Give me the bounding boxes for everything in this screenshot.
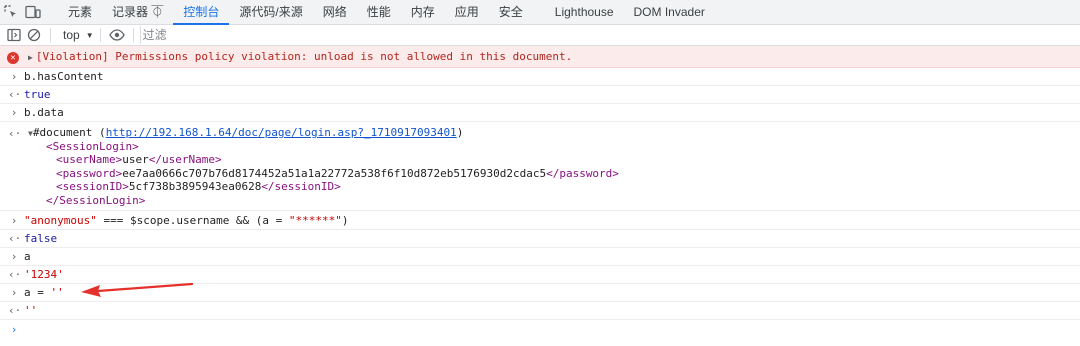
output-value: false [24,232,58,245]
annotation-arrow-icon [81,282,194,297]
input-text: a [24,250,31,263]
console-output-row: ‹· false [0,230,1080,248]
xml-element-password[interactable]: <password>ee7aa0666c707b76d8174452a51a1a… [24,167,1080,181]
input-text: b.data [24,106,64,119]
input-string: "******" [288,214,342,227]
output-arrow-icon: ‹· [8,304,22,317]
input-prompt-icon: › [10,70,18,83]
console-output-row: ‹· ▼#document (http://192.168.1.64/doc/p… [0,122,1080,211]
input-text: === $scope.username && (a = [96,214,289,227]
tab-performance[interactable]: 性能 [357,0,401,25]
device-toolbar-icon[interactable] [22,0,44,25]
document-url-link[interactable]: http://192.168.1.64/doc/page/login.asp?_… [106,126,457,139]
toolbar-divider [99,28,101,42]
context-selector-label: top [63,28,80,42]
input-text: ) [341,214,349,227]
violation-text: [Violation] Permissions policy violation… [35,50,573,63]
output-arrow-icon: ‹· [8,88,22,101]
console-input-row: › "anonymous" === $scope.username && (a … [0,211,1080,230]
inspect-element-icon[interactable] [0,0,22,25]
output-arrow-icon: ‹· [8,232,22,245]
console-toolbar: top ▼ [0,25,1080,46]
prompt-caret-icon: › [10,323,18,336]
input-string: "anonymous" [24,214,97,227]
xml-element-username[interactable]: <userName>user</userName> [24,153,1080,167]
xml-element-sessionid[interactable]: <sessionID>5cf738b3895943ea0628</session… [24,180,1080,194]
tab-console[interactable]: 控制台 [173,0,230,25]
xml-tag[interactable]: </SessionLogin> [24,194,1080,208]
xml-tag[interactable]: <SessionLogin> [24,140,1080,154]
error-icon: ✕ [7,46,19,68]
output-value: true [24,88,51,101]
tab-security[interactable]: 安全 [489,0,533,25]
document-node-label: #document ( [32,126,106,139]
console-output-row: ‹· '' [0,302,1080,320]
input-prompt-icon: › [10,250,18,263]
context-selector[interactable]: top ▼ [63,28,94,42]
console-message-violation: ✕ ▶ [Violation] Permissions policy violat… [0,46,1080,68]
input-prompt-icon: › [10,286,18,299]
expand-triangle-icon[interactable]: ▶ [28,53,33,62]
output-value: '1234' [24,268,64,281]
console-input-row: › b.data [0,104,1080,122]
tab-lighthouse[interactable]: Lighthouse [545,0,624,25]
input-string: '' [50,286,64,299]
input-text: a = [24,286,51,299]
tab-sources[interactable]: 源代码/来源 [229,0,312,25]
sidebar-toggle-icon[interactable] [4,25,24,45]
devtools-tabbar: 元素 记录器 ⏁ 控制台 源代码/来源 网络 性能 内存 应用 安全 Light… [0,0,1080,25]
output-arrow-icon: ‹· [8,268,22,281]
console-output-row: ‹· true [0,86,1080,104]
console-prompt[interactable]: › [0,320,1080,340]
filter-input[interactable] [139,26,445,44]
tab-application[interactable]: 应用 [445,0,489,25]
tab-elements[interactable]: 元素 [58,0,102,25]
eye-icon[interactable] [107,25,127,45]
tab-recorder[interactable]: 记录器 ⏁ [102,0,173,25]
input-prompt-icon: › [10,106,18,119]
output-value: '' [24,304,38,317]
toolbar-divider [50,28,51,42]
tab-dom-invader[interactable]: DOM Invader [624,0,715,25]
tab-memory[interactable]: 内存 [401,0,445,25]
chevron-down-icon: ▼ [85,30,94,40]
toolbar-divider [132,28,134,42]
input-prompt-icon: › [10,214,18,227]
input-text: b.hasContent [24,70,104,83]
tab-network[interactable]: 网络 [313,0,357,25]
console-input-row: › a [0,248,1080,266]
document-node-suffix: ) [456,126,464,139]
output-arrow-icon: ‹· [8,127,22,140]
console-input-row: › b.hasContent [0,68,1080,86]
clear-console-icon[interactable] [24,25,44,45]
